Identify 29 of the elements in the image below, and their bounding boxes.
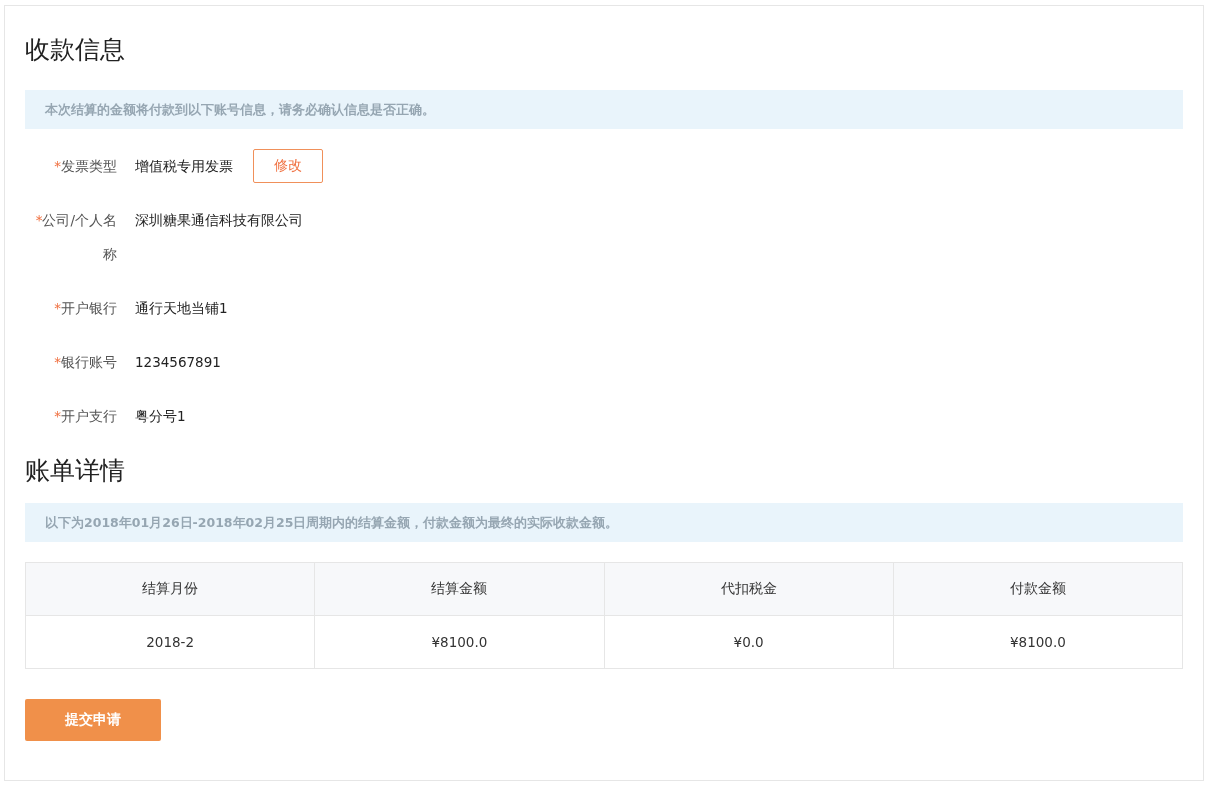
table-cell: ¥8100.0 xyxy=(314,615,604,669)
notice-banner: 本次结算的金额将付款到以下账号信息，请务必确认信息是否正确。 xyxy=(25,90,1183,129)
notice-banner: 以下为2018年01月26日-2018年02月25日周期内的结算金额，付款金额为最终的实际收款金额。 xyxy=(25,503,1183,542)
section-title: 收款信息 xyxy=(25,34,126,66)
column-header: 结算月份 xyxy=(25,562,315,616)
field-value: 深圳糖果通信科技有限公司 xyxy=(135,211,303,230)
required-mark: * xyxy=(54,158,61,174)
field-label: 公司/个人名称 xyxy=(42,212,117,262)
column-header: 结算金额 xyxy=(314,562,604,616)
submit-button[interactable]: 提交申请 xyxy=(25,699,161,741)
required-mark: * xyxy=(54,300,61,316)
field-value: 粤分号1 xyxy=(135,407,186,426)
table-cell: ¥0.0 xyxy=(604,615,894,669)
table-cell: 2018-2 xyxy=(25,615,315,669)
column-header: 付款金额 xyxy=(893,562,1183,616)
required-mark: * xyxy=(54,354,61,370)
edit-button[interactable]: 修改 xyxy=(253,149,323,183)
column-header: 代扣税金 xyxy=(604,562,894,616)
table-cell: ¥8100.0 xyxy=(893,615,1183,669)
field-value: 1234567891 xyxy=(135,353,221,372)
section-title: 账单详情 xyxy=(25,455,126,487)
field-label: 开户银行 xyxy=(61,300,117,316)
required-mark: * xyxy=(54,408,61,424)
field-value: 通行天地当铺1 xyxy=(135,299,228,318)
field-label: 发票类型 xyxy=(61,158,117,174)
field-label: 银行账号 xyxy=(61,354,117,370)
field-label: 开户支行 xyxy=(61,408,117,424)
field-value: 增值税专用发票 xyxy=(135,157,233,176)
required-mark: * xyxy=(35,212,43,228)
